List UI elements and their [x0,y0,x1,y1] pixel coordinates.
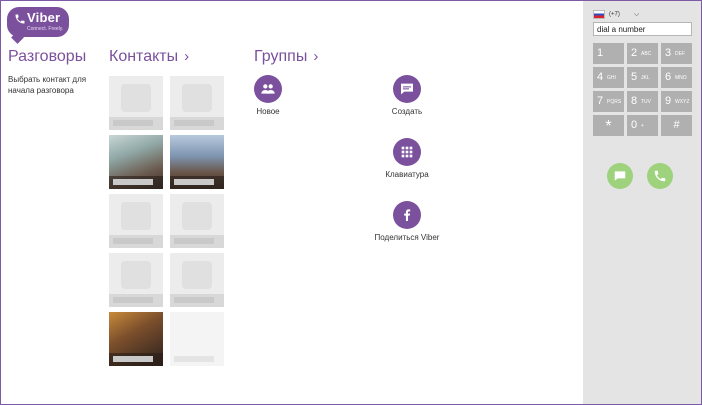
contact-name-bar [170,294,224,307]
dialer-panel: (+7)⌵ 12ABC3DEF4GHI5JKL6MNO7PQRS8TUV9WXY… [583,1,701,404]
contacts-heading[interactable]: Контакты › [109,48,189,66]
dial-number-input[interactable] [593,22,692,36]
share-viber-label: Поделиться Viber [374,233,440,242]
dial-key-letters: TUV [641,99,651,105]
contact-name-bar [109,294,163,307]
logo-wordmark: Viber [27,10,61,25]
phone-icon [15,14,25,24]
russia-flag-icon [593,10,605,19]
logo-tagline: Connect. Freely. [27,26,64,32]
contact-name-bar [109,353,163,366]
dial-key-digit: 1 [597,47,604,59]
chevron-right-icon: › [184,48,190,65]
contact-name-bar [170,176,224,189]
dial-key-digit: * [605,118,612,135]
avatar-placeholder-icon [121,261,151,289]
conversations-heading[interactable]: Разговоры [8,48,86,66]
contacts-title: Контакты [109,48,179,65]
dial-key-star[interactable]: * [593,115,624,136]
dial-key-digit: 4 [597,71,604,83]
dial-key-7[interactable]: 7 PQRS [593,91,624,112]
country-selector[interactable]: (+7) ⌵ [593,10,639,20]
keypad-button[interactable]: Клавиатура [367,138,447,179]
contact-tile[interactable] [109,76,163,130]
dial-key-letters: WXYZ [675,99,690,105]
facebook-icon [393,201,421,229]
dial-key-hash[interactable]: # [661,115,692,136]
dial-key-1[interactable]: 1 [593,43,624,64]
message-button[interactable] [607,163,633,189]
dial-key-letters: + [641,123,644,129]
dial-key-digit: 2 [631,47,638,59]
country-code: (+7) [609,11,620,18]
contact-tile[interactable] [109,135,163,189]
groups-heading[interactable]: Группы › [254,48,318,66]
avatar-placeholder-icon [182,261,212,289]
avatar-placeholder-icon [121,202,151,230]
groups-title: Группы [254,48,308,65]
app-window: Viber Connect. Freely. Разговоры Контакт… [0,0,702,405]
contact-name-bar [109,117,163,130]
phone-icon [654,170,666,182]
dial-key-digit: # [673,119,680,131]
conversations-title: Разговоры [8,48,87,65]
dial-key-4[interactable]: 4 GHI [593,67,624,88]
share-viber-button[interactable]: Поделиться Viber [367,201,447,242]
contact-tile[interactable] [170,312,224,366]
contact-tile[interactable] [170,76,224,130]
dial-key-digit: 5 [631,71,638,83]
dial-key-9[interactable]: 9 WXYZ [661,91,692,112]
dial-key-digit: 7 [597,95,604,107]
contact-name-bar [109,235,163,248]
dial-key-6[interactable]: 6 MNO [661,67,692,88]
contact-tile[interactable] [170,194,224,248]
dial-key-letters: ABC [641,51,652,57]
dial-key-digit: 6 [665,71,672,83]
conversations-hint: Выбрать контакт для начала разговора [8,75,87,95]
contact-tile[interactable] [109,194,163,248]
contact-name-bar [170,235,224,248]
chat-bubble-icon [614,171,626,181]
new-group-label: Новое [256,107,280,116]
contact-name-bar [170,353,224,366]
dial-key-letters: PQRS [607,99,622,105]
keypad-icon [393,138,421,166]
dial-key-letters: JKL [641,75,650,81]
avatar-placeholder-icon [182,84,212,112]
dial-key-digit: 9 [665,95,672,107]
chevron-right-icon: › [313,48,319,65]
dial-key-digit: 8 [631,95,638,107]
contact-tile[interactable] [109,312,163,366]
keypad-label: Клавиатура [385,170,429,179]
avatar-placeholder-icon [121,84,151,112]
contact-tile[interactable] [170,253,224,307]
chat-bubble-icon [393,75,421,103]
dial-key-digit: 0 [631,119,638,131]
contact-name-bar [109,176,163,189]
dial-key-letters: MNO [675,75,687,81]
create-label: Создать [391,107,423,116]
dial-key-8[interactable]: 8 TUV [627,91,658,112]
create-button[interactable]: Создать [367,75,447,116]
contact-tile[interactable] [109,253,163,307]
group-icon [254,75,282,103]
dial-key-digit: 3 [665,47,672,59]
new-group-button[interactable]: Новое [228,75,308,116]
contact-tile[interactable] [170,135,224,189]
avatar-placeholder-icon [182,202,212,230]
contact-name-bar [170,117,224,130]
dial-key-0[interactable]: 0 + [627,115,658,136]
dial-key-5[interactable]: 5 JKL [627,67,658,88]
call-button[interactable] [647,163,673,189]
viber-logo: Viber Connect. Freely. [7,7,69,37]
dial-key-2[interactable]: 2 ABC [627,43,658,64]
dial-key-letters: DEF [675,51,685,57]
chevron-down-icon: ⌵ [633,10,640,18]
dial-key-3[interactable]: 3 DEF [661,43,692,64]
dial-key-letters: GHI [607,75,616,81]
